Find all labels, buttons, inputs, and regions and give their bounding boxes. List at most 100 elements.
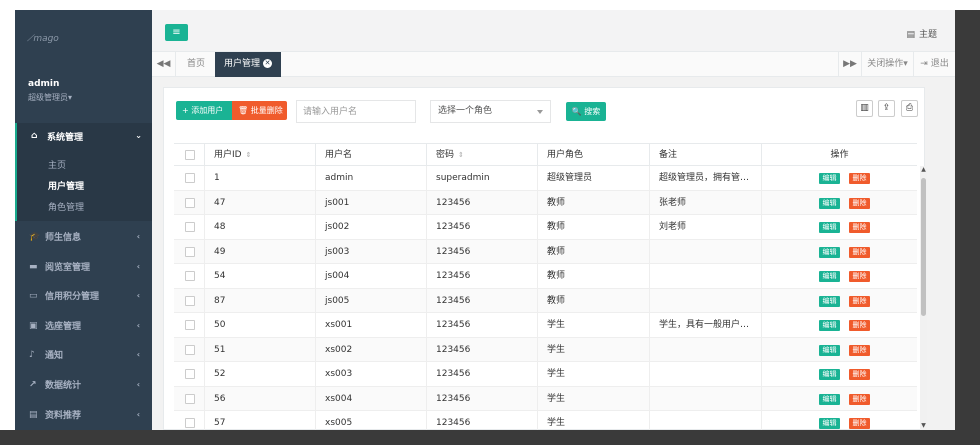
sidebar-item-seat[interactable]: ▣ 选座管理 ‹ xyxy=(15,311,152,340)
cell-remark xyxy=(649,362,761,386)
close-operations-dropdown[interactable]: 关闭操作▾ xyxy=(861,52,913,77)
username-search-input[interactable] xyxy=(296,100,416,123)
sidebar-item-system-management[interactable]: ⌂ 系统管理 ⌄ xyxy=(17,123,152,149)
cell-remark xyxy=(649,288,761,313)
chevron-left-icon: ‹ xyxy=(136,350,140,359)
cell-password: 123456 xyxy=(426,362,537,386)
row-checkbox[interactable] xyxy=(185,295,195,306)
sidebar-menu-system: ⌂ 系统管理 ⌄ 主页 用户管理 角色管理 xyxy=(15,123,152,221)
row-checkbox[interactable] xyxy=(185,271,195,281)
delete-button[interactable]: 删除 xyxy=(849,295,870,307)
table-row: 56 xs004 123456 学生 编辑 删除 xyxy=(174,386,917,411)
scroll-down-icon[interactable]: ▼ xyxy=(920,422,927,430)
scrollbar-thumb[interactable] xyxy=(921,178,926,316)
cell-user-id: 56 xyxy=(204,386,315,411)
row-checkbox[interactable] xyxy=(185,393,195,404)
caret-down-icon xyxy=(537,110,543,114)
edit-button[interactable]: 编辑 xyxy=(819,246,840,258)
edit-button[interactable]: 编辑 xyxy=(819,197,840,209)
delete-button[interactable]: 删除 xyxy=(849,369,870,380)
row-checkbox[interactable] xyxy=(185,320,195,330)
cell-remark xyxy=(649,337,761,362)
scroll-up-icon[interactable]: ▲ xyxy=(920,166,927,174)
columns-toggle-button[interactable]: ▥ xyxy=(856,100,873,117)
edit-button[interactable]: 编辑 xyxy=(819,320,840,331)
sidebar-item-teacher-student[interactable]: 🎓 师生信息 ‹ xyxy=(15,222,152,251)
sidebar-item-recommend[interactable]: ▤ 资料推荐 ‹ xyxy=(15,400,152,429)
row-checkbox[interactable] xyxy=(185,369,195,379)
delete-button[interactable]: 删除 xyxy=(849,246,870,258)
cell-password: 123456 xyxy=(426,239,537,264)
row-checkbox[interactable] xyxy=(185,222,195,232)
logo: ⟋mago xyxy=(27,34,59,44)
cell-user-id: 47 xyxy=(204,190,315,215)
tab-scroll-right-button[interactable]: ▶▶ xyxy=(838,52,861,77)
table-row: 52 xs003 123456 学生 编辑 删除 xyxy=(174,362,917,387)
table-row: 87 js005 123456 教师 编辑 删除 xyxy=(174,288,917,313)
print-button[interactable]: ⎙ xyxy=(901,100,918,117)
sidebar-subitem-home[interactable]: 主页 xyxy=(48,158,66,171)
credit-card-icon: ▭ xyxy=(29,290,38,301)
header-actions: 操作 xyxy=(761,144,917,166)
sidebar-subitem-user-management[interactable]: 用户管理 xyxy=(48,179,84,192)
table-row: 50 xs001 123456 学生 学生，具有一般用户… 编辑 删除 xyxy=(174,313,917,338)
cell-username: js005 xyxy=(315,288,426,313)
edit-button[interactable]: 编辑 xyxy=(819,173,840,184)
row-checkbox[interactable] xyxy=(185,418,195,428)
role-select[interactable]: 选择一个角色 xyxy=(430,100,551,123)
edit-button[interactable]: 编辑 xyxy=(819,393,840,405)
edit-button[interactable]: 编辑 xyxy=(819,369,840,380)
tab-scroll-left-button[interactable]: ◀◀ xyxy=(152,52,176,77)
sidebar-item-label: 信用积分管理 xyxy=(45,292,100,302)
user-role-dropdown[interactable]: 超级管理员▾ xyxy=(28,92,72,103)
theme-button[interactable]: ▤ 主题 xyxy=(906,27,937,40)
batch-delete-button[interactable]: 🗑 批量删除 xyxy=(232,101,287,120)
print-icon: ⎙ xyxy=(905,103,914,113)
add-user-button[interactable]: + 添加用户 xyxy=(176,101,232,120)
sidebar-item-notice[interactable]: ♪ 通知 ‹ xyxy=(15,340,152,369)
cell-username: xs003 xyxy=(315,362,426,386)
delete-button[interactable]: 删除 xyxy=(849,222,870,233)
delete-button[interactable]: 删除 xyxy=(849,271,870,282)
row-checkbox[interactable] xyxy=(185,344,195,355)
edit-button[interactable]: 编辑 xyxy=(819,271,840,282)
close-icon[interactable]: ✕ xyxy=(263,59,273,68)
delete-button[interactable]: 删除 xyxy=(849,197,870,209)
tab-user-management[interactable]: 用户管理 ✕ xyxy=(215,52,282,77)
row-checkbox[interactable] xyxy=(185,246,195,257)
graduation-cap-icon: 🎓 xyxy=(29,231,41,242)
sidebar-item-reading-room[interactable]: ▬ 阅览室管理 ‹ xyxy=(15,252,152,281)
delete-button[interactable]: 删除 xyxy=(849,418,870,429)
search-icon: 🔍 xyxy=(571,107,582,116)
menu-toggle-button[interactable]: ≡ xyxy=(165,24,188,41)
select-all-checkbox[interactable] xyxy=(185,150,195,160)
table-header: 用户ID ⇕ 用户名 密码 ⇕ 用户角色 备注 操作 xyxy=(174,143,917,166)
theme-label: 主题 xyxy=(918,30,937,40)
user-table: 用户ID ⇕ 用户名 密码 ⇕ 用户角色 备注 操作 1 admin superadmi… xyxy=(174,143,917,430)
sidebar-item-credit[interactable]: ▭ 信用积分管理 ‹ xyxy=(15,281,152,310)
edit-button[interactable]: 编辑 xyxy=(819,418,840,429)
cell-role: 学生 xyxy=(537,362,649,386)
sidebar-item-label: 选座管理 xyxy=(45,322,82,332)
edit-button[interactable]: 编辑 xyxy=(819,295,840,307)
sidebar-subitem-role-management[interactable]: 角色管理 xyxy=(48,200,84,213)
delete-button[interactable]: 删除 xyxy=(849,344,870,356)
search-button[interactable]: 🔍 搜索 xyxy=(566,102,606,121)
row-checkbox[interactable] xyxy=(185,173,195,183)
header-user-id[interactable]: 用户ID ⇕ xyxy=(204,144,315,166)
header-password[interactable]: 密码 ⇕ xyxy=(426,144,537,166)
delete-button[interactable]: 删除 xyxy=(849,173,870,184)
delete-button[interactable]: 删除 xyxy=(849,393,870,405)
export-button[interactable]: ⇪ xyxy=(878,100,895,117)
cell-password: 123456 xyxy=(426,411,537,430)
table-scrollbar[interactable]: ▲ ▼ xyxy=(920,166,927,430)
delete-button[interactable]: 删除 xyxy=(849,320,870,331)
role-select-placeholder: 选择一个角色 xyxy=(438,106,493,116)
edit-button[interactable]: 编辑 xyxy=(819,344,840,356)
row-checkbox[interactable] xyxy=(185,197,195,208)
edit-button[interactable]: 编辑 xyxy=(819,222,840,233)
logout-button[interactable]: ⇥ 退出 xyxy=(913,52,955,77)
sidebar-item-statistics[interactable]: ↗ 数据统计 ‹ xyxy=(15,370,152,399)
tab-home[interactable]: 首页 xyxy=(178,52,214,77)
cell-role: 教师 xyxy=(537,215,649,239)
